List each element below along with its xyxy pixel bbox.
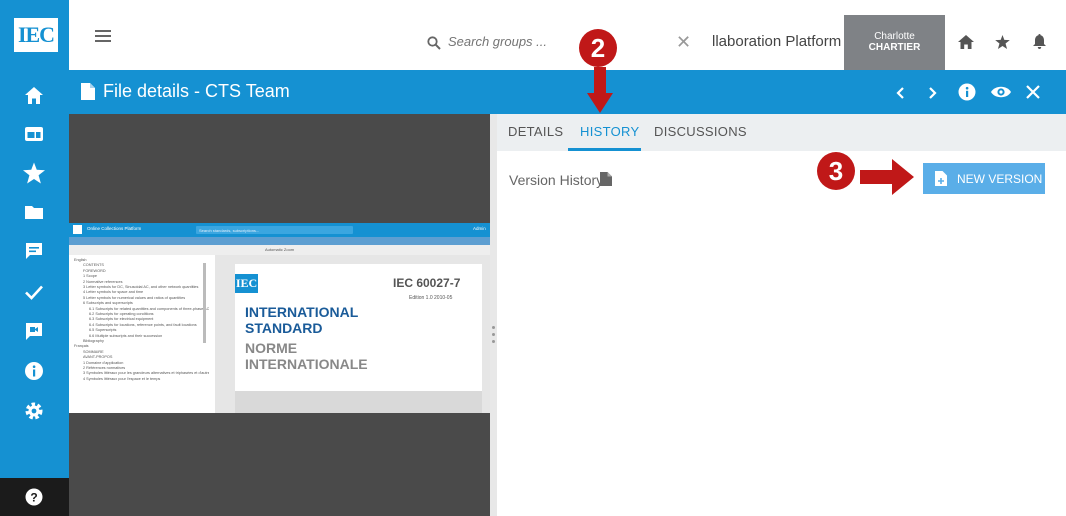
platform-title: llaboration Platform bbox=[712, 33, 842, 50]
info-icon[interactable] bbox=[958, 83, 976, 101]
chat-icon[interactable] bbox=[23, 240, 45, 262]
thumb-toc-item: Bibliography bbox=[83, 339, 104, 343]
thumb-toc-item: 4 Symboles littéraux pour l'espace et le… bbox=[83, 376, 161, 381]
thumb-toc-item: 3 Letter symbols for DC, Sinusoidal AC, … bbox=[83, 285, 199, 289]
thumb-title-fr-2: INTERNATIONALE bbox=[245, 356, 368, 372]
search-input[interactable] bbox=[448, 34, 658, 49]
close-icon[interactable] bbox=[1026, 85, 1040, 99]
settings-icon[interactable] bbox=[23, 400, 45, 422]
star-icon[interactable] bbox=[995, 35, 1010, 49]
thumb-toc-item: Français bbox=[74, 344, 89, 349]
close-icon[interactable]: ✕ bbox=[676, 32, 691, 53]
thumb-toc-item: 6 Subscripts and superscripts bbox=[83, 301, 133, 306]
thumb-scrollbar bbox=[203, 263, 206, 343]
iec-logo: IEC bbox=[14, 18, 58, 52]
info-icon[interactable] bbox=[23, 360, 45, 382]
add-file-icon bbox=[935, 171, 947, 186]
thumb-toc-item: 2 Références normatives bbox=[83, 366, 126, 370]
thumb-doc-area: IEC IEC 60027-7 Edition 1.0 2010-05 INTE… bbox=[215, 255, 490, 413]
thumb-toc-item: 4 Letter symbols for space and time bbox=[83, 290, 144, 295]
bell-icon[interactable] bbox=[1033, 34, 1046, 49]
file-icon bbox=[81, 83, 95, 100]
thumb-toc-item: 5 Letter symbols for numerical values an… bbox=[83, 295, 186, 300]
thumb-toc-item: 6.3 Subscripts for electrical equipment bbox=[89, 317, 154, 322]
check-icon[interactable] bbox=[23, 281, 45, 303]
thumb-toc-item: AVANT-PROPOS bbox=[83, 355, 113, 360]
thumb-toolbar: Automatic Zoom bbox=[69, 245, 490, 255]
thumb-toc-item: 6.6 Multiple subscripts and their succes… bbox=[89, 333, 163, 338]
thumb-logo bbox=[73, 225, 82, 234]
search-icon bbox=[427, 36, 441, 50]
thumb-doc-logo: IEC bbox=[235, 274, 258, 293]
thumb-toc-item: SOMMAIRE bbox=[83, 349, 104, 354]
thumb-title-en-2: STANDARD bbox=[245, 320, 323, 336]
thumb-toc-item: CONTENTS bbox=[83, 263, 104, 268]
step-3-marker: 3 bbox=[817, 152, 855, 190]
home-icon[interactable] bbox=[23, 85, 45, 107]
thumb-search-text: Search standards, subscriptions... bbox=[199, 227, 260, 233]
file-icon bbox=[600, 172, 612, 186]
thumb-title-fr-1: NORME bbox=[245, 340, 298, 356]
logo-container[interactable]: IEC bbox=[0, 0, 69, 70]
user-last-name: CHARTIER bbox=[868, 42, 921, 53]
menu-icon[interactable] bbox=[95, 30, 111, 42]
home-icon[interactable] bbox=[958, 35, 974, 49]
user-menu[interactable]: Charlotte CHARTIER bbox=[844, 15, 945, 70]
version-history-label: Version History bbox=[509, 172, 604, 188]
thumb-zoom: Automatic Zoom bbox=[265, 247, 295, 252]
video-chat-icon[interactable] bbox=[23, 320, 45, 342]
eye-icon[interactable] bbox=[990, 85, 1012, 99]
dashboard-icon[interactable] bbox=[23, 123, 45, 145]
document-preview[interactable]: Online Collections Platform Search stand… bbox=[69, 114, 490, 516]
thumb-toc-item: 1 Domaine d'application bbox=[83, 360, 124, 365]
thumb-toc-item: 3 Symboles littéraux pour les grandeurs … bbox=[83, 371, 209, 376]
folder-icon[interactable] bbox=[23, 201, 45, 223]
document-thumbnail[interactable]: Online Collections Platform Search stand… bbox=[69, 223, 490, 413]
thumb-toc: English CONTENTS FOREWORD 1 Scope 2 Normativ… bbox=[69, 255, 209, 413]
thumb-toc-item: FOREWORD bbox=[83, 268, 106, 273]
tab-discussions[interactable]: DISCUSSIONS bbox=[654, 124, 747, 139]
thumb-standard-number: IEC 60027-7 bbox=[393, 276, 461, 290]
new-version-button[interactable]: NEW VERSION bbox=[923, 163, 1045, 194]
thumb-title-en-1: INTERNATIONAL bbox=[245, 304, 359, 320]
active-tab-indicator bbox=[568, 148, 641, 151]
thumb-toc-item: 1 Scope bbox=[83, 274, 97, 279]
thumb-toc-item: 6.2 Subscripts for operating conditions bbox=[89, 312, 154, 316]
panel-splitter[interactable] bbox=[490, 114, 497, 516]
chevron-left-icon[interactable] bbox=[896, 87, 904, 99]
thumb-doc-page: IEC IEC 60027-7 Edition 1.0 2010-05 INTE… bbox=[235, 264, 482, 413]
thumb-toc-item: 6.4 Subscripts for locations, reference … bbox=[89, 322, 197, 327]
step-2-marker: 2 bbox=[579, 29, 617, 67]
thumb-admin: Admin bbox=[473, 226, 486, 231]
thumb-app-title: Online Collections Platform bbox=[87, 226, 142, 231]
thumb-toc-item: English bbox=[74, 258, 87, 262]
user-first-name: Charlotte bbox=[874, 31, 915, 42]
thumb-doc-band bbox=[235, 391, 482, 413]
chevron-right-icon[interactable] bbox=[929, 87, 937, 99]
tab-history[interactable]: HISTORY bbox=[580, 124, 639, 139]
file-details-header: File details - CTS Team bbox=[69, 70, 1066, 114]
left-sidebar: ? bbox=[0, 70, 69, 516]
help-area: ? bbox=[0, 478, 69, 516]
new-version-label: NEW VERSION bbox=[957, 172, 1043, 186]
details-tabs: DETAILS HISTORY DISCUSSIONS bbox=[497, 114, 1066, 151]
thumb-toc-item: 6.5 Superscripts bbox=[89, 328, 117, 333]
thumb-toc-item: 2 Normative references bbox=[83, 279, 123, 284]
tab-details[interactable]: DETAILS bbox=[508, 124, 563, 139]
svg-text:?: ? bbox=[30, 490, 37, 504]
thumb-edition: Edition 1.0 2010-05 bbox=[409, 295, 453, 301]
thumb-search-bar: Search standards, subscriptions... bbox=[196, 226, 353, 234]
star-icon[interactable] bbox=[23, 162, 45, 184]
help-icon[interactable]: ? bbox=[25, 488, 43, 506]
down-arrow-icon bbox=[587, 67, 613, 113]
thumb-top-bar: Online Collections Platform Search stand… bbox=[69, 223, 490, 237]
thumb-toc-item: 6.1 Subscripts for related quantities an… bbox=[89, 306, 209, 311]
file-details-title: File details - CTS Team bbox=[103, 81, 290, 101]
right-arrow-icon bbox=[860, 159, 914, 195]
thumb-tab-bar bbox=[69, 237, 490, 245]
